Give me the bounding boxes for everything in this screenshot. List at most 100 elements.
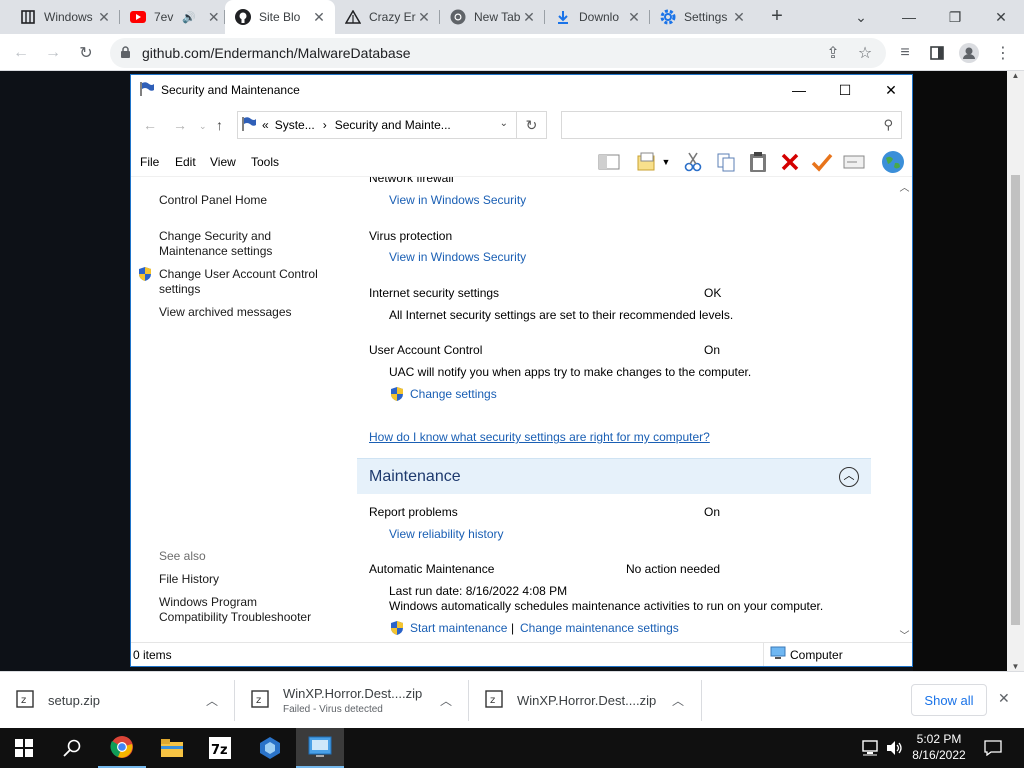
restore-button[interactable]: ❐ bbox=[932, 0, 978, 34]
download-item-failed[interactable]: z WinXP.Horror.Dest....zip Failed - Viru… bbox=[235, 672, 469, 729]
download-item[interactable]: z setup.zip ︿ bbox=[0, 672, 235, 729]
close-tab-icon[interactable]: ✕ bbox=[206, 9, 222, 26]
browser-tab[interactable]: Crazy Er ✕ bbox=[335, 0, 440, 34]
browser-tab[interactable]: New Tab ✕ bbox=[440, 0, 545, 34]
close-tab-icon[interactable]: ✕ bbox=[416, 9, 432, 26]
profile-avatar-icon[interactable] bbox=[958, 42, 980, 64]
system-clock[interactable]: 5:02 PM 8/16/2022 bbox=[904, 731, 974, 763]
browser-tab[interactable]: Settings ✕ bbox=[650, 0, 755, 34]
layout-pane-icon[interactable] bbox=[597, 151, 621, 173]
close-window-button[interactable]: ✕ bbox=[978, 0, 1024, 34]
menu-file[interactable]: File bbox=[140, 155, 159, 169]
breadcrumb-separator[interactable]: › bbox=[323, 118, 327, 132]
close-tab-icon[interactable]: ✕ bbox=[521, 9, 537, 26]
side-panel-icon[interactable] bbox=[926, 42, 948, 64]
browser-tab[interactable]: Downlo ✕ bbox=[545, 0, 650, 34]
change-uac-link-line2[interactable]: settings bbox=[159, 282, 200, 297]
close-tab-icon[interactable]: ✕ bbox=[626, 9, 642, 26]
change-security-maintenance-link-line2[interactable]: Maintenance settings bbox=[159, 244, 272, 259]
close-tab-icon[interactable]: ✕ bbox=[311, 9, 327, 26]
checkmark-icon[interactable] bbox=[810, 151, 834, 173]
chevron-up-icon[interactable]: ︿ bbox=[440, 692, 452, 709]
speaker-icon[interactable]: 🔊 bbox=[182, 11, 196, 24]
new-tab-button[interactable]: + bbox=[766, 6, 788, 28]
forward-icon[interactable]: → bbox=[42, 42, 64, 64]
recent-locations-icon[interactable]: ⌄ bbox=[199, 121, 207, 132]
page-scrollbar[interactable]: ▲ ▼ bbox=[1007, 71, 1024, 671]
minimize-button[interactable]: — bbox=[886, 0, 932, 34]
breadcrumb-system[interactable]: Syste... bbox=[275, 118, 315, 132]
rename-icon[interactable] bbox=[842, 151, 866, 173]
browser-tab[interactable]: Windows ✕ bbox=[10, 0, 120, 34]
scroll-up-icon[interactable]: ︿ bbox=[897, 179, 912, 194]
scrollbar-thumb[interactable] bbox=[1011, 175, 1020, 625]
forward-icon[interactable]: → bbox=[173, 117, 187, 133]
close-tab-icon[interactable]: ✕ bbox=[96, 9, 112, 26]
show-all-button[interactable]: Show all bbox=[911, 684, 987, 716]
control-panel-taskbar-icon[interactable] bbox=[296, 728, 344, 768]
address-box[interactable]: « Syste... › Security and Mainte... ⌄ bbox=[237, 111, 517, 139]
volume-icon[interactable] bbox=[886, 740, 904, 759]
change-uac-link-line1[interactable]: Change User Account Control bbox=[159, 267, 318, 282]
7zip-icon[interactable]: 7z bbox=[196, 728, 244, 768]
up-icon[interactable]: ↑ bbox=[216, 117, 223, 133]
chrome-menu-icon[interactable]: ⋮ bbox=[992, 42, 1014, 64]
compat-troubleshooter-link-line1[interactable]: Windows Program bbox=[159, 595, 257, 610]
virus-view-link[interactable]: View in Windows Security bbox=[389, 250, 526, 265]
firewall-view-link[interactable]: View in Windows Security bbox=[389, 193, 526, 208]
start-maintenance-link[interactable]: Start maintenance bbox=[410, 621, 507, 636]
browser-tab[interactable]: 7ev 🔊 ✕ bbox=[120, 0, 225, 34]
tab-search-icon[interactable]: ⌄ bbox=[838, 0, 884, 34]
change-maintenance-settings-link[interactable]: Change maintenance settings bbox=[520, 621, 679, 636]
breadcrumb-security[interactable]: Security and Mainte... bbox=[335, 118, 451, 132]
paste-icon[interactable] bbox=[746, 151, 770, 173]
view-archived-messages-link[interactable]: View archived messages bbox=[159, 305, 292, 320]
change-security-maintenance-link-line1[interactable]: Change Security and bbox=[159, 229, 271, 244]
control-panel-home-link[interactable]: Control Panel Home bbox=[159, 193, 267, 208]
content-scrollbar[interactable]: ︿ ﹀ bbox=[897, 177, 912, 642]
copy-icon[interactable] bbox=[714, 151, 738, 173]
close-shelf-icon[interactable]: ✕ bbox=[998, 690, 1010, 707]
search-input[interactable]: ⚲ bbox=[561, 111, 902, 139]
network-icon[interactable] bbox=[862, 740, 880, 759]
reliability-history-link[interactable]: View reliability history bbox=[389, 527, 504, 542]
notification-icon[interactable] bbox=[984, 740, 1002, 759]
search-icon[interactable] bbox=[48, 728, 96, 768]
download-item[interactable]: z WinXP.Horror.Dest....zip ︿ bbox=[469, 672, 702, 729]
share-icon[interactable]: ⇪ bbox=[822, 42, 844, 64]
network-tool-icon[interactable] bbox=[246, 728, 294, 768]
back-icon[interactable]: ← bbox=[10, 42, 32, 64]
close-tab-icon[interactable]: ✕ bbox=[731, 9, 747, 26]
collapse-chevron-icon[interactable]: ︿ bbox=[839, 467, 859, 487]
window-title-bar[interactable]: Security and Maintenance — ☐ ✕ bbox=[131, 75, 912, 105]
globe-icon[interactable] bbox=[881, 151, 905, 173]
refresh-button[interactable]: ↻ bbox=[517, 111, 547, 139]
scroll-down-icon[interactable]: ﹀ bbox=[897, 627, 912, 642]
uac-change-settings-link[interactable]: Change settings bbox=[410, 387, 497, 402]
compat-troubleshooter-link-line2[interactable]: Compatibility Troubleshooter bbox=[159, 610, 311, 625]
file-history-link[interactable]: File History bbox=[159, 572, 219, 587]
start-button[interactable] bbox=[0, 728, 48, 768]
menu-edit[interactable]: Edit bbox=[175, 155, 196, 169]
properties-icon[interactable] bbox=[635, 151, 659, 173]
reload-icon[interactable]: ↻ bbox=[75, 42, 97, 64]
file-explorer-icon[interactable] bbox=[148, 728, 196, 768]
cut-icon[interactable] bbox=[681, 151, 705, 173]
dropdown-icon[interactable]: ▼ bbox=[659, 151, 673, 173]
how-do-i-know-link[interactable]: How do I know what security settings are… bbox=[369, 430, 710, 445]
bookmark-star-icon[interactable]: ☆ bbox=[854, 42, 876, 64]
minimize-button[interactable]: — bbox=[776, 75, 822, 105]
maintenance-section-header[interactable]: Maintenance ︿ bbox=[357, 458, 871, 494]
chevron-up-icon[interactable]: ︿ bbox=[206, 692, 218, 709]
address-dropdown-icon[interactable]: ⌄ bbox=[500, 118, 508, 129]
breadcrumb-prefix[interactable]: « bbox=[262, 118, 269, 132]
menu-tools[interactable]: Tools bbox=[251, 155, 279, 169]
close-button[interactable]: ✕ bbox=[868, 75, 914, 105]
delete-icon[interactable] bbox=[778, 151, 802, 173]
reading-list-icon[interactable]: ≡ bbox=[894, 42, 916, 64]
menu-view[interactable]: View bbox=[210, 155, 236, 169]
address-bar[interactable]: github.com/Endermanch/MalwareDatabase bbox=[110, 38, 886, 68]
chrome-taskbar-icon[interactable] bbox=[98, 728, 146, 768]
chevron-up-icon[interactable]: ︿ bbox=[672, 692, 684, 709]
maximize-button[interactable]: ☐ bbox=[822, 75, 868, 105]
